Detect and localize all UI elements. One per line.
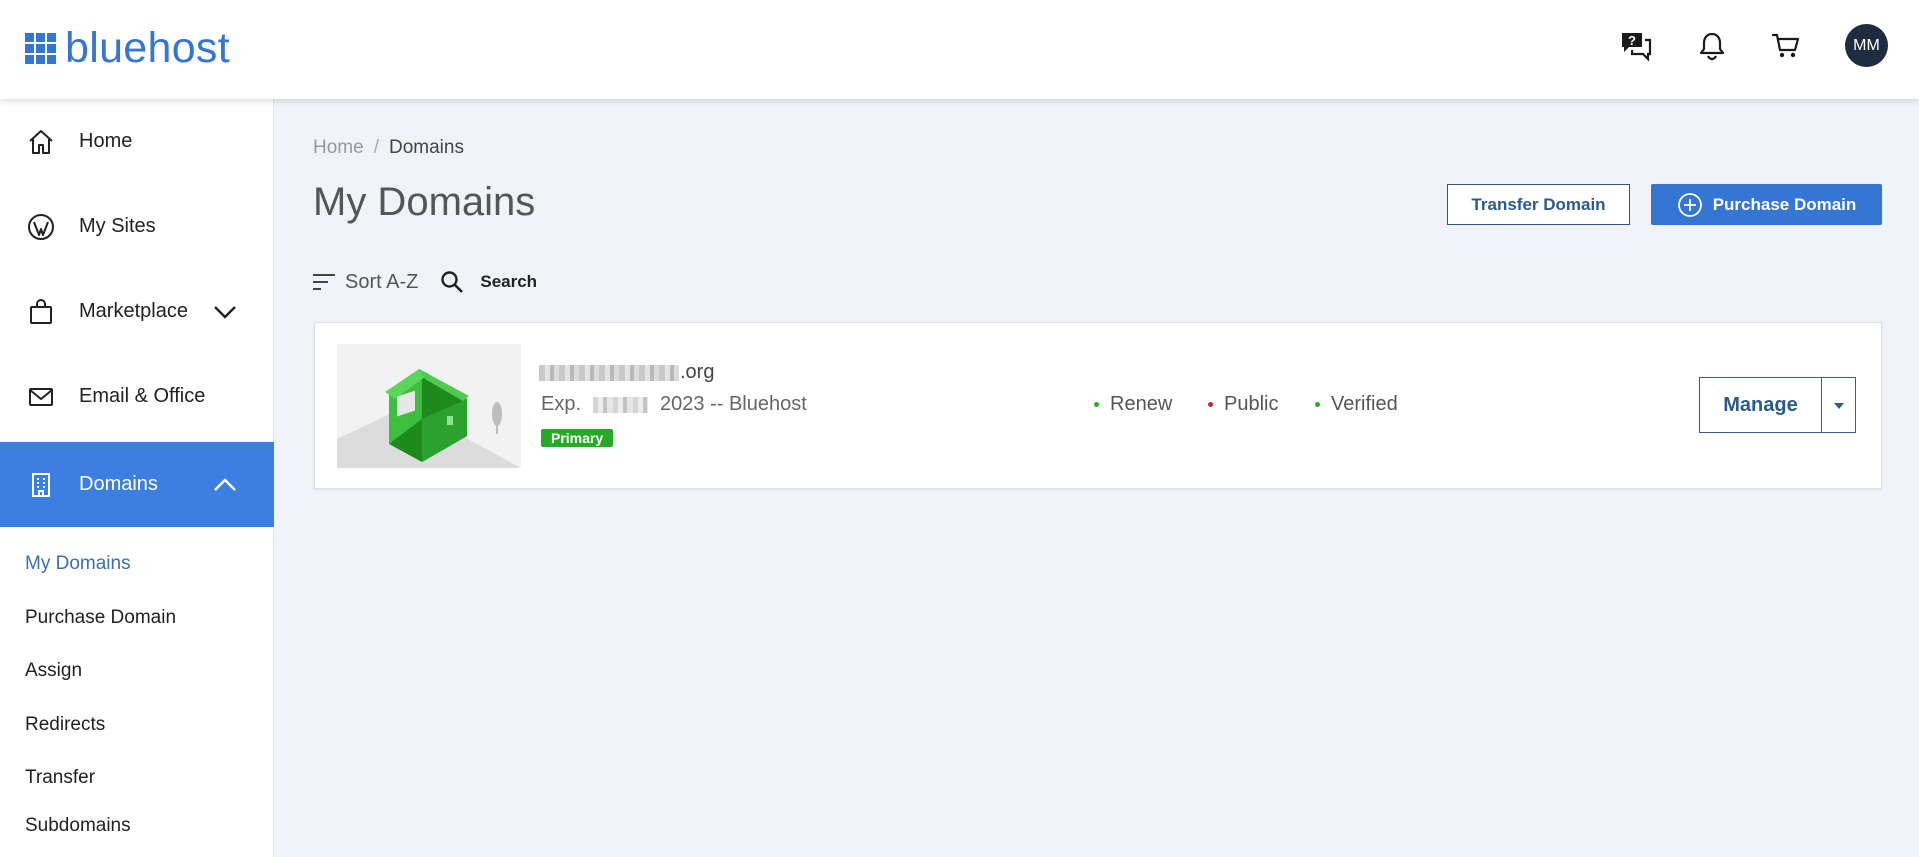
primary-badge: Primary (541, 429, 614, 447)
subnav-redirects[interactable]: Redirects (25, 714, 105, 736)
sort-lines-icon (311, 271, 337, 293)
shopping-bag-icon (27, 298, 55, 326)
manage-button[interactable]: Manage (1700, 378, 1822, 432)
chevron-up-icon[interactable] (212, 472, 238, 498)
domain-suffix: .org (680, 361, 715, 383)
sidebar-item-label: Marketplace (79, 300, 188, 322)
status-label: Verified (1331, 393, 1398, 415)
building-icon (27, 471, 55, 499)
help-chat-icon[interactable]: ? (1618, 28, 1654, 64)
search-icon (440, 270, 464, 294)
search-button[interactable]: Search (440, 270, 537, 294)
sidebar-item-domains[interactable]: Domains (0, 442, 274, 527)
sidebar-item-label: Email & Office (79, 385, 206, 407)
sidebar-item-label: Domains (79, 473, 158, 495)
domain-card: .org Exp. 2023 -- Bluehost Primary Renew … (314, 322, 1882, 489)
home-icon (27, 128, 55, 156)
page-title: My Domains (313, 180, 536, 224)
wordpress-icon (27, 213, 55, 241)
purchase-domain-label: Purchase Domain (1712, 194, 1857, 214)
cart-icon[interactable] (1768, 28, 1804, 64)
sidebar-item-my-sites[interactable]: My Sites (0, 184, 274, 269)
bell-icon[interactable] (1694, 28, 1730, 64)
status-dot (1315, 402, 1320, 407)
breadcrumb-home[interactable]: Home (313, 137, 364, 158)
status-label: Renew (1110, 393, 1173, 415)
transfer-domain-button[interactable]: Transfer Domain (1447, 184, 1630, 225)
status-public: Public (1208, 393, 1278, 416)
domain-name[interactable]: .org (539, 361, 714, 384)
breadcrumb-separator: / (373, 137, 379, 158)
expiration-text: Exp. 2023 -- Bluehost (541, 393, 807, 416)
sidebar-item-label: My Sites (79, 215, 156, 237)
svg-text:?: ? (1628, 33, 1636, 48)
exp-prefix: Exp. (541, 393, 582, 415)
subnav-transfer[interactable]: Transfer (25, 767, 95, 789)
subnav-assign[interactable]: Assign (25, 660, 82, 682)
top-header: bluehost ? MM (0, 0, 1919, 99)
sidebar: Home My Sites Marketplace Email & Office… (0, 99, 274, 857)
sidebar-item-home[interactable]: Home (0, 99, 274, 184)
status-verified: Verified (1315, 393, 1398, 416)
status-label: Public (1224, 393, 1279, 415)
caret-down-icon (1833, 398, 1845, 413)
redacted-date (593, 396, 649, 413)
subnav-purchase-domain[interactable]: Purchase Domain (25, 607, 176, 629)
purchase-domain-button[interactable]: Purchase Domain (1651, 184, 1882, 225)
status-dot (1094, 402, 1099, 407)
search-label: Search (480, 272, 538, 291)
status-renew: Renew (1094, 393, 1172, 416)
breadcrumb-current: Domains (388, 137, 464, 158)
sort-button[interactable]: Sort A-Z (311, 271, 418, 294)
subnav-subdomains[interactable]: Subdomains (25, 815, 131, 837)
sidebar-item-label: Home (79, 130, 133, 152)
envelope-icon (27, 383, 55, 411)
subnav-my-domains[interactable]: My Domains (25, 553, 131, 575)
manage-button-group: Manage (1699, 377, 1856, 433)
sidebar-item-marketplace[interactable]: Marketplace (0, 269, 274, 354)
bluehost-logo[interactable]: bluehost (25, 27, 230, 70)
exp-suffix: 2023 -- Bluehost (660, 393, 807, 415)
sidebar-item-email-office[interactable]: Email & Office (0, 354, 274, 439)
logo-text: bluehost (65, 24, 230, 72)
logo-grid-icon (25, 33, 56, 64)
domain-house-illustration (337, 344, 521, 468)
chevron-down-icon[interactable] (212, 299, 238, 325)
breadcrumb: Home / Domains (313, 137, 464, 159)
redacted-domain (539, 364, 679, 381)
list-toolbar: Sort A-Z Search (311, 266, 537, 298)
sort-label: Sort A-Z (345, 270, 419, 293)
manage-dropdown-toggle[interactable] (1822, 378, 1855, 432)
plus-circle-icon (1677, 192, 1703, 218)
user-avatar[interactable]: MM (1845, 24, 1888, 67)
status-dot (1208, 402, 1213, 407)
